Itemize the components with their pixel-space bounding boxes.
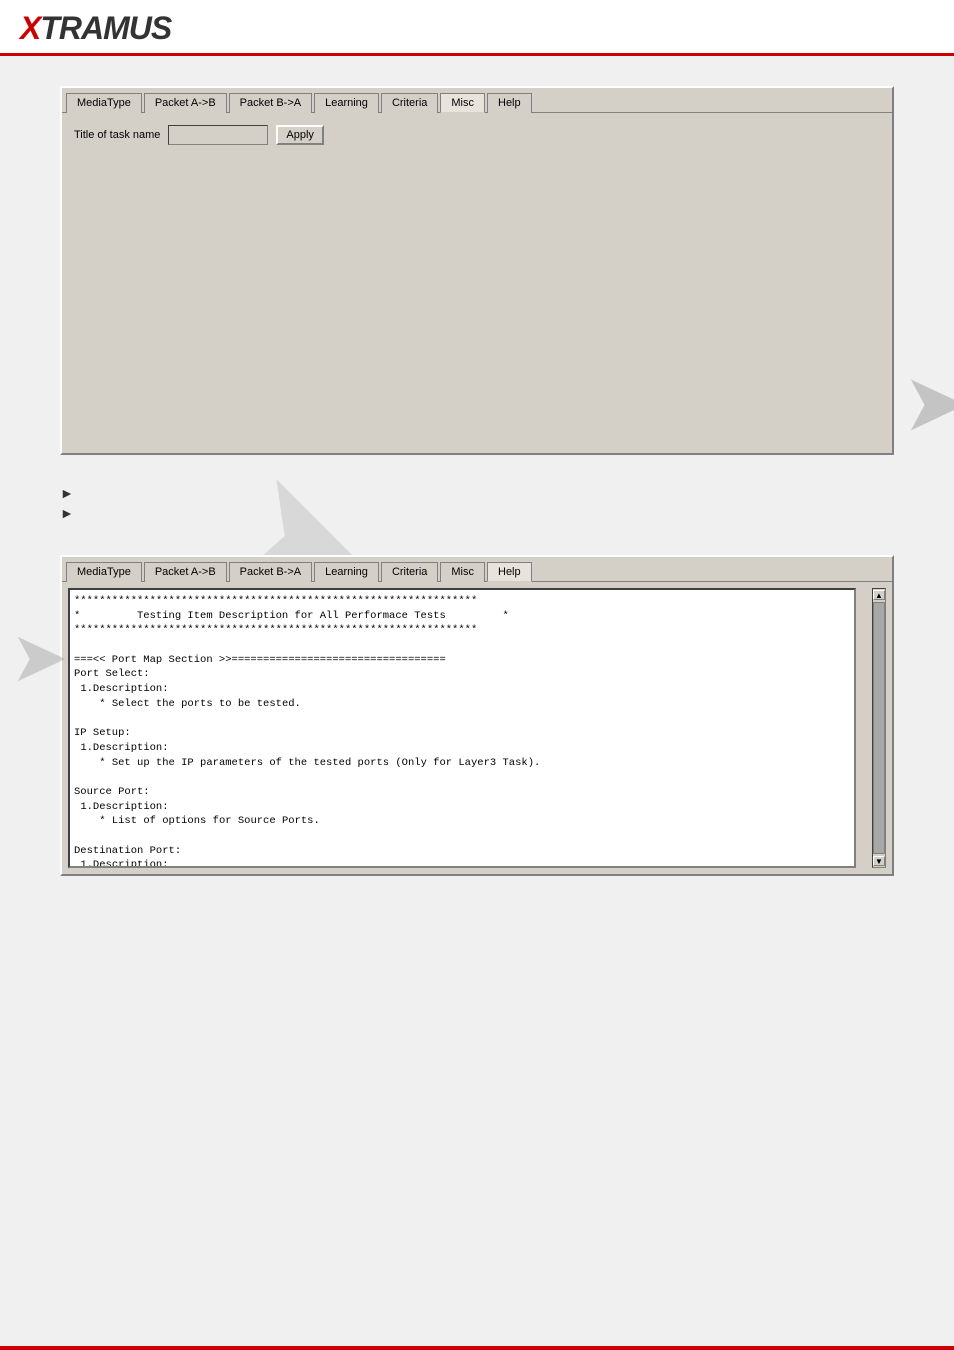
arrow-item-2: ►: [60, 505, 894, 521]
tab-mediatype-1[interactable]: MediaType: [66, 93, 142, 113]
arrow-2: ►: [60, 505, 74, 521]
panel1-tab-bar: MediaType Packet A->B Packet B->A Learni…: [62, 88, 892, 113]
tab-misc-1[interactable]: Misc: [440, 93, 485, 113]
apply-button[interactable]: Apply: [276, 125, 324, 145]
logo-x: X: [20, 10, 40, 46]
logo: XTRAMUS: [20, 10, 171, 47]
tab-help-1[interactable]: Help: [487, 93, 532, 113]
tab-learning-2[interactable]: Learning: [314, 562, 379, 582]
tab-learning-1[interactable]: Learning: [314, 93, 379, 113]
panel2-tab-bar: MediaType Packet A->B Packet B->A Learni…: [62, 557, 892, 582]
tab-packet-ab-2[interactable]: Packet A->B: [144, 562, 227, 582]
scroll-up-button[interactable]: ▲: [873, 590, 885, 600]
help-text-area[interactable]: ****************************************…: [68, 588, 856, 868]
tab-packet-ab-1[interactable]: Packet A->B: [144, 93, 227, 113]
tab-misc-2[interactable]: Misc: [440, 562, 485, 582]
tab-criteria-1[interactable]: Criteria: [381, 93, 438, 113]
panel1-content: Title of task name Apply: [62, 113, 892, 453]
scroll-thumb[interactable]: [873, 602, 885, 854]
arrow-1: ►: [60, 485, 74, 501]
bottom-line: [0, 1346, 954, 1350]
task-name-label: Title of task name: [74, 129, 160, 141]
panel2: MediaType Packet A->B Packet B->A Learni…: [60, 555, 894, 876]
header: XTRAMUS: [0, 0, 954, 56]
tab-help-2[interactable]: Help: [487, 562, 532, 582]
tab-mediatype-2[interactable]: MediaType: [66, 562, 142, 582]
middle-section: ➤ ► ►: [60, 475, 894, 555]
deco-arrow-right: ➤: [902, 356, 954, 449]
panel2-content: ****************************************…: [62, 582, 892, 874]
arrow-item-1: ►: [60, 485, 894, 501]
arrows-section: ► ►: [60, 475, 894, 531]
tab-criteria-2[interactable]: Criteria: [381, 562, 438, 582]
task-name-input[interactable]: [168, 125, 268, 145]
help-text: ****************************************…: [74, 594, 850, 868]
logo-rest: TRAMUS: [40, 10, 171, 46]
tab-packet-ba-2[interactable]: Packet B->A: [229, 562, 312, 582]
scrollbar-vertical[interactable]: ▲ ▼: [872, 588, 886, 868]
tab-packet-ba-1[interactable]: Packet B->A: [229, 93, 312, 113]
task-name-row: Title of task name Apply: [74, 125, 880, 145]
content-area: ➤ MediaType Packet A->B Packet B->A Lear…: [0, 56, 954, 926]
panel1: MediaType Packet A->B Packet B->A Learni…: [60, 86, 894, 455]
scroll-down-button[interactable]: ▼: [873, 856, 885, 866]
